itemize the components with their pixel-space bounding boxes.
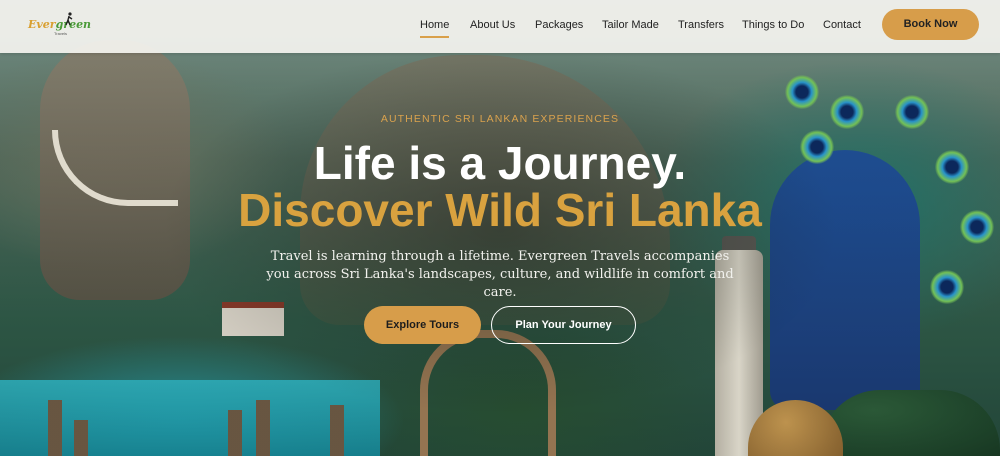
nav-item-about-us[interactable]: About Us (470, 19, 515, 31)
brand-logo[interactable]: Evergreen Travels (28, 12, 91, 42)
nav-item-home[interactable]: Home (420, 19, 450, 38)
book-now-button[interactable]: Book Now (882, 9, 979, 40)
hero-headline: Life is a Journey. (313, 137, 687, 189)
nav-item-packages[interactable]: Packages (535, 19, 583, 31)
explore-tours-button[interactable]: Explore Tours (364, 306, 481, 344)
nav-item-transfers[interactable]: Transfers (678, 19, 724, 31)
hero-description: Travel is learning through a lifetime. E… (266, 249, 734, 300)
logo-subtitle: Travels (54, 31, 67, 36)
plan-your-journey-button[interactable]: Plan Your Journey (491, 306, 636, 344)
site-header: Evergreen Travels Home About Us Packages… (0, 0, 1000, 53)
nav-item-tailor-made[interactable]: Tailor Made (602, 19, 659, 31)
nav-item-contact[interactable]: Contact (823, 19, 861, 31)
hero-subheadline: Discover Wild Sri Lanka (238, 184, 762, 236)
logo-wordmark: Evergreen (28, 18, 91, 31)
logo-text-prefix: Ever (28, 18, 56, 31)
hero-eyebrow: AUTHENTIC SRI LANKAN EXPERIENCES (380, 113, 620, 125)
nav-item-things-to-do[interactable]: Things to Do (742, 19, 804, 31)
hiker-icon (65, 12, 73, 26)
